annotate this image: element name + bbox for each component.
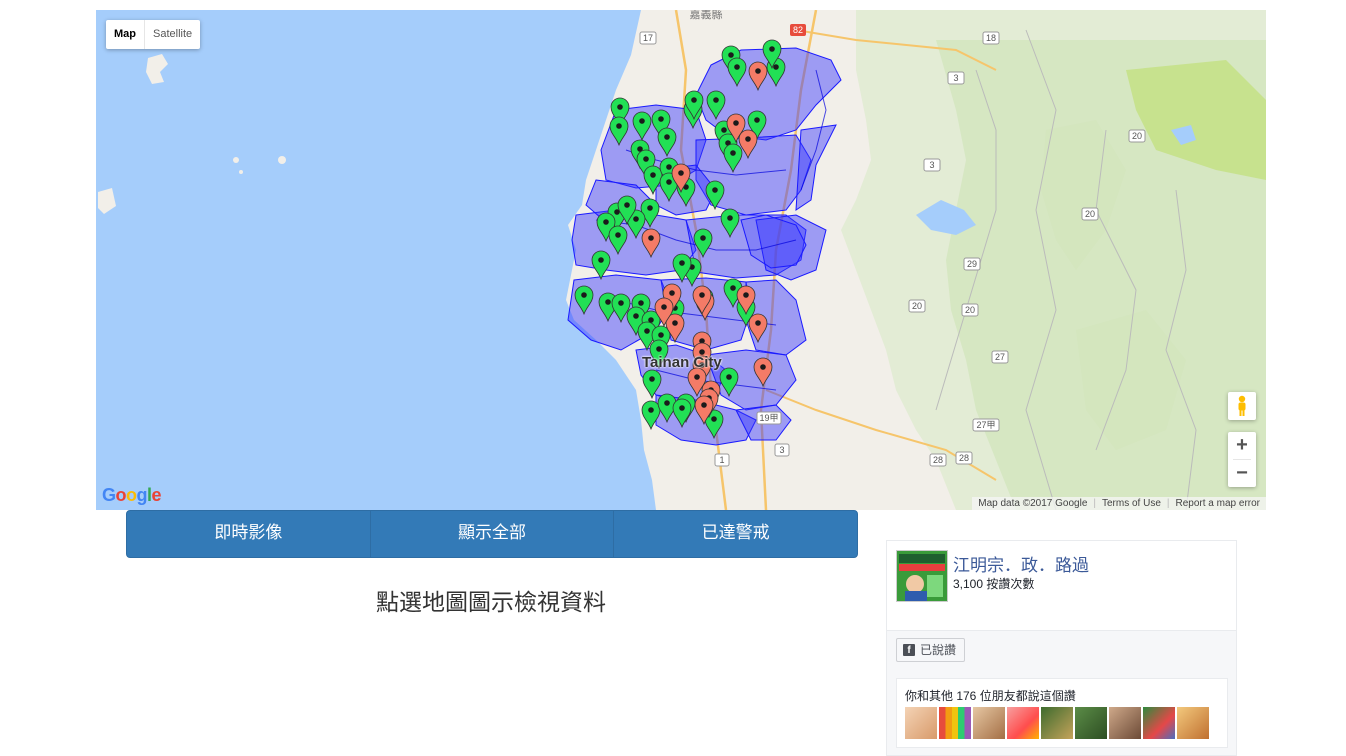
fb-liked-label: 已說讚 xyxy=(920,643,957,657)
map-type-map-button[interactable]: Map xyxy=(106,20,144,49)
show-all-button[interactable]: 顯示全部 xyxy=(369,511,614,557)
pegman-icon xyxy=(1238,395,1246,416)
report-error-link[interactable]: Report a map error xyxy=(1176,498,1260,509)
road-label: 1 xyxy=(719,455,724,465)
fb-page-header: 江明宗．政．路過 3,100 按讚次數 xyxy=(887,541,1236,631)
street-view-pegman[interactable] xyxy=(1228,392,1256,420)
zoom-out-button[interactable]: − xyxy=(1228,460,1256,487)
attrib-separator: | xyxy=(1093,498,1096,509)
map-hint-text: 點選地圖圖示檢視資料 xyxy=(376,589,606,615)
map-type-satellite-button[interactable]: Satellite xyxy=(145,20,200,49)
road-label: 20 xyxy=(1132,131,1142,141)
road-label: 3 xyxy=(779,445,784,455)
city-label: Tainan City xyxy=(642,354,722,371)
map-data-credit: Map data ©2017 Google xyxy=(978,498,1088,509)
attrib-separator: | xyxy=(1166,498,1170,509)
terms-link[interactable]: Terms of Use xyxy=(1102,498,1161,509)
friend-avatar[interactable] xyxy=(905,707,937,739)
fb-friends-box: 你和其他 176 位朋友都說這個讚 xyxy=(896,678,1228,748)
facebook-page-widget: 江明宗．政．路過 3,100 按讚次數 f 已說讚 你和其他 176 位朋友都說… xyxy=(886,540,1237,756)
road-label: 28 xyxy=(959,453,969,463)
friend-avatar[interactable] xyxy=(1007,707,1039,739)
road-label: 27 xyxy=(995,352,1005,362)
road-label: 18 xyxy=(986,33,996,43)
road-label: 29 xyxy=(967,259,977,269)
fb-page-avatar[interactable] xyxy=(896,550,948,602)
road-label: 19甲 xyxy=(759,413,778,423)
filter-button-group: 即時影像 顯示全部 已達警戒 xyxy=(126,510,858,558)
road-label: 20 xyxy=(1085,209,1095,219)
zoom-control: + − xyxy=(1228,432,1256,487)
map[interactable]: 17 82 18 3 3 20 20 29 20 20 27 27甲 28 28… xyxy=(96,10,1266,510)
map-attribution: Map data ©2017 Google | Terms of Use | R… xyxy=(972,497,1266,510)
road-label: 3 xyxy=(953,73,958,83)
friend-avatar[interactable] xyxy=(1143,707,1175,739)
road-label: 20 xyxy=(965,305,975,315)
live-video-button[interactable]: 即時影像 xyxy=(127,511,370,557)
road-label: 3 xyxy=(929,160,934,170)
friend-avatar[interactable] xyxy=(1041,707,1073,739)
fb-liked-button[interactable]: f 已說讚 xyxy=(896,638,966,662)
fb-page-likes: 3,100 按讚次數 xyxy=(953,577,1035,591)
fb-friend-avatars xyxy=(905,707,1209,739)
road-label: 82 xyxy=(793,25,803,35)
friend-avatar[interactable] xyxy=(973,707,1005,739)
friend-avatar[interactable] xyxy=(1177,707,1209,739)
fb-page-name[interactable]: 江明宗．政．路過 xyxy=(953,551,1089,576)
map-type-control: Map Satellite xyxy=(106,20,201,49)
friend-avatar[interactable] xyxy=(1075,707,1107,739)
google-logo[interactable]: Google xyxy=(102,485,162,506)
map-base: 17 82 18 3 3 20 20 29 20 20 27 27甲 28 28… xyxy=(96,10,1266,510)
friend-avatar[interactable] xyxy=(1109,707,1141,739)
friend-avatar[interactable] xyxy=(939,707,971,739)
facebook-icon: f xyxy=(903,644,915,656)
zoom-in-button[interactable]: + xyxy=(1228,432,1256,459)
fb-friends-text: 你和其他 176 位朋友都說這個讚 xyxy=(905,689,1076,703)
page-avatar-image xyxy=(897,551,947,601)
road-label: 28 xyxy=(933,455,943,465)
alert-reached-button[interactable]: 已達警戒 xyxy=(613,511,857,557)
road-label: 27甲 xyxy=(976,420,995,430)
road-label: 20 xyxy=(912,301,922,311)
road-label: 17 xyxy=(643,33,653,43)
place-label: 嘉義縣 xyxy=(690,10,723,21)
